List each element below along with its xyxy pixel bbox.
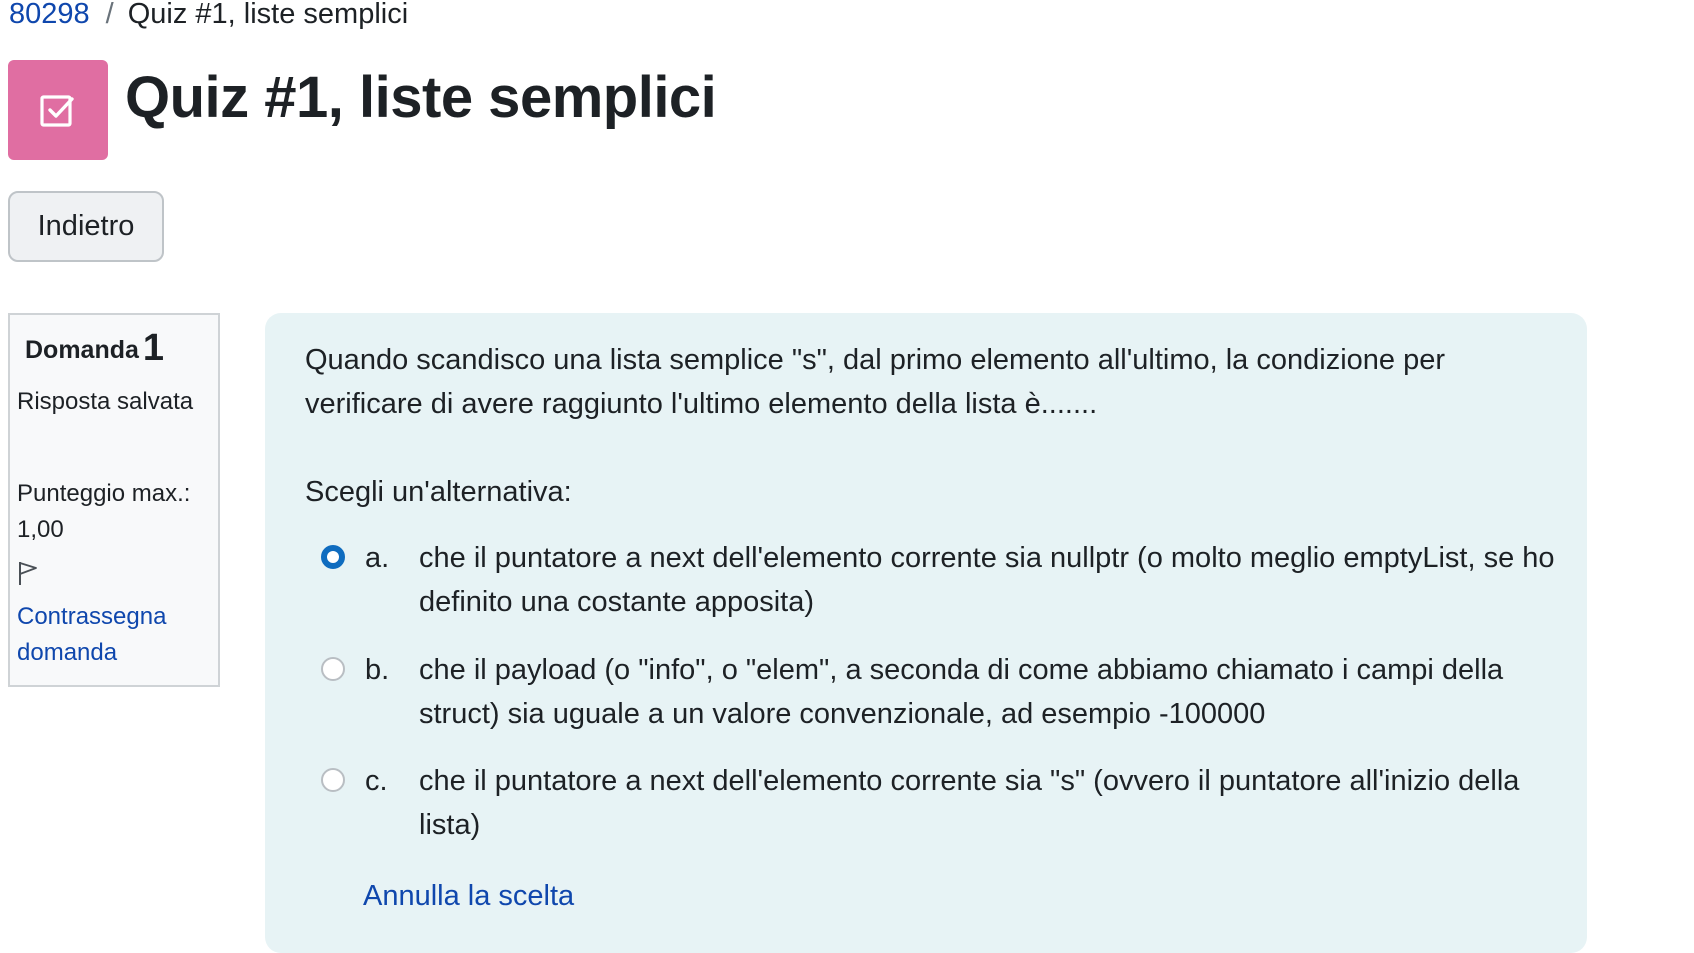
option-b-radio[interactable] [321, 657, 345, 681]
flag-question-link[interactable]: Contrassegna domanda [17, 599, 207, 671]
breadcrumb: 80298 / Quiz #1, liste semplici [9, 0, 408, 34]
flag-icon[interactable] [17, 560, 39, 591]
breadcrumb-course-link[interactable]: 80298 [9, 0, 90, 30]
question-text: Quando scandisco una lista semplice "s",… [305, 344, 1445, 420]
option-a-letter: a. [365, 542, 390, 574]
back-button[interactable]: Indietro [8, 191, 164, 262]
option-b-letter: b. [365, 654, 390, 686]
question-max-score: Punteggio max.: 1,00 [17, 480, 191, 543]
clear-choice-link[interactable]: Annulla la scelta [363, 874, 574, 918]
question-label: Domanda [25, 336, 139, 364]
breadcrumb-current: Quiz #1, liste semplici [127, 0, 409, 30]
option-c-text[interactable]: che il puntatore a next dell'elemento co… [419, 759, 1559, 847]
option-c-letter: c. [365, 765, 388, 797]
option-a-text[interactable]: che il puntatore a next dell'elemento co… [419, 536, 1559, 624]
page-title: Quiz #1, liste semplici [125, 65, 717, 130]
question-heading: Domanda 1 [25, 328, 164, 370]
option-a-radio[interactable] [321, 545, 345, 569]
option-b-text[interactable]: che il payload (o "info", o "elem", a se… [419, 648, 1559, 736]
question-number: 1 [142, 327, 165, 369]
answer-prompt: Scegli un'alternativa: [305, 476, 572, 508]
breadcrumb-separator: / [105, 0, 114, 30]
question-status: Risposta salvata [17, 388, 194, 415]
option-c-radio[interactable] [321, 768, 345, 792]
quiz-checkbox-icon [8, 60, 108, 160]
